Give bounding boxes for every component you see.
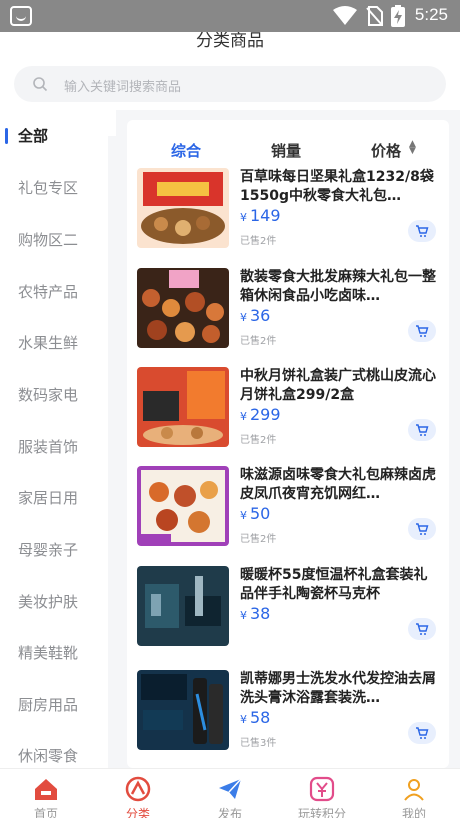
product-sold-count: 已售2件 (240, 236, 277, 247)
product-name: 中秋月饼礼盒装广式桃山皮流心月饼礼盒299/2盒 (240, 368, 436, 403)
cart-icon (416, 623, 429, 635)
product-price: ¥36 (240, 306, 271, 325)
tab-label: 发布 (217, 807, 242, 818)
product-item[interactable]: 凯蒂娜男士洗发水代发控油去屑洗头膏沐浴露套装洗… ¥58 已售3件 (127, 670, 449, 760)
cart-icon (416, 523, 429, 535)
product-image (137, 168, 229, 248)
tab-publish[interactable]: 发布 (184, 769, 276, 818)
product-item[interactable]: 中秋月饼礼盒装广式桃山皮流心月饼礼盒299/2盒 ¥299 已售2件 (127, 367, 449, 457)
add-to-cart-button[interactable] (408, 518, 436, 540)
product-item[interactable]: 散装零食大批发麻辣大礼包一整箱休闲食品小吃卤味… ¥36 已售2件 (127, 268, 449, 358)
product-sold-count: 已售2件 (240, 534, 277, 545)
profile-icon (404, 779, 424, 801)
add-to-cart-button[interactable] (408, 220, 436, 242)
sidebar-item-clothing-jewelry[interactable]: 服装首饰 (0, 427, 108, 467)
sidebar-item-gift-pack[interactable]: 礼包专区 (0, 168, 108, 208)
page-title: 分类商品 (196, 32, 264, 50)
product-price: ¥149 (240, 206, 281, 225)
sidebar-item-digital-appliances[interactable]: 数码家电 (0, 375, 108, 415)
tab-label: 首页 (33, 807, 58, 818)
battery-charging-icon (391, 5, 405, 27)
product-name: 散装零食大批发麻辣大礼包一整箱休闲食品小吃卤味… (240, 269, 436, 304)
sidebar-item-shoes[interactable]: 精美鞋靴 (0, 633, 108, 673)
no-sim-icon (366, 6, 383, 26)
product-price: ¥58 (240, 708, 271, 727)
product-name: 凯蒂娜男士洗发水代发控油去屑洗头膏沐浴露套装洗… (240, 671, 436, 706)
product-price: ¥299 (240, 405, 281, 424)
home-icon (35, 779, 57, 800)
tab-label: 玩转积分 (297, 807, 346, 818)
product-name: 味滋源卤味零食大礼包麻辣卤虎皮凤爪夜宵充饥网红… (240, 467, 436, 502)
cart-icon (416, 727, 429, 739)
sidebar-item-shopping-zone-2[interactable]: 购物区二 (0, 220, 108, 260)
tab-label: 我的 (401, 807, 426, 818)
tab-category[interactable]: 分类 (92, 769, 184, 818)
sort-comprehensive-tab[interactable]: 综合 (171, 140, 201, 161)
clock: 5:25 (414, 5, 448, 24)
search-icon (33, 77, 48, 92)
send-icon (219, 778, 242, 799)
tab-points[interactable]: 玩转积分 (276, 769, 368, 818)
sidebar-item-kitchen[interactable]: 厨房用品 (0, 685, 108, 725)
notification-app-icon (10, 6, 32, 26)
add-to-cart-button[interactable] (408, 618, 436, 640)
points-icon (309, 776, 335, 802)
add-to-cart-button[interactable] (408, 320, 436, 342)
sort-sales-tab[interactable]: 销量 (271, 140, 301, 161)
product-sold-count: 已售2件 (240, 435, 277, 446)
product-area: 综合 销量 价格 ▲ ▼ 百草味每日坚果礼盒1232/8袋1550g中秋零食大礼包… (116, 110, 460, 768)
product-image (137, 268, 229, 348)
sort-arrows-icon: ▲ ▼ (409, 139, 416, 156)
product-price: ¥38 (240, 604, 271, 623)
product-sold-count: 已售3件 (240, 738, 277, 749)
product-image (137, 670, 229, 750)
product-item[interactable]: 暖暖杯55度恒温杯礼盒套装礼品伴手礼陶瓷杯马克杯 ¥38 (127, 566, 449, 656)
sidebar-item-beauty-skincare[interactable]: 美妆护肤 (0, 582, 108, 622)
product-panel: 综合 销量 价格 ▲ ▼ 百草味每日坚果礼盒1232/8袋1550g中秋零食大礼包… (127, 120, 449, 768)
sort-bar: 综合 销量 价格 ▲ ▼ (127, 120, 449, 170)
tab-label: 分类 (125, 807, 150, 818)
sidebar-item-snacks[interactable]: 休闲零食 (0, 736, 108, 768)
add-to-cart-button[interactable] (408, 419, 436, 441)
search-input[interactable]: 输入关键词搜索商品 (64, 76, 181, 95)
product-sold-count: 已售2件 (240, 336, 277, 347)
cart-icon (416, 424, 429, 436)
category-icon (125, 776, 151, 802)
product-item[interactable]: 味滋源卤味零食大礼包麻辣卤虎皮凤爪夜宵充饥网红… ¥50 已售2件 (127, 466, 449, 556)
sidebar-item-farm-products[interactable]: 农特产品 (0, 272, 108, 312)
sort-price-tab[interactable]: 价格 (371, 140, 401, 161)
status-bar: 5:25 (0, 0, 460, 32)
sidebar-item-mother-baby[interactable]: 母婴亲子 (0, 530, 108, 570)
product-price: ¥50 (240, 504, 271, 523)
add-to-cart-button[interactable] (408, 722, 436, 744)
tab-profile[interactable]: 我的 (368, 769, 460, 818)
product-item[interactable]: 百草味每日坚果礼盒1232/8袋1550g中秋零食大礼包… ¥149 已售2件 (127, 168, 449, 258)
sidebar-item-fresh-fruit[interactable]: 水果生鲜 (0, 323, 108, 363)
product-image (137, 367, 229, 447)
search-bar[interactable]: 输入关键词搜索商品 (14, 66, 446, 102)
product-name: 暖暖杯55度恒温杯礼盒套装礼品伴手礼陶瓷杯马克杯 (240, 567, 428, 602)
product-image (137, 566, 229, 646)
tab-home[interactable]: 首页 (0, 769, 92, 818)
cart-icon (416, 225, 429, 237)
sidebar-item-all[interactable]: 全部 (0, 116, 108, 156)
cart-icon (416, 325, 429, 337)
product-name: 百草味每日坚果礼盒1232/8袋1550g中秋零食大礼包… (240, 169, 434, 204)
wifi-icon (333, 6, 357, 25)
sidebar-item-home-daily[interactable]: 家居日用 (0, 478, 108, 518)
product-image (137, 466, 229, 546)
bottom-tab-bar: 首页 分类 发布 玩转积分 我的 (0, 768, 460, 818)
category-sidebar: 全部 礼包专区 购物区二 农特产品 水果生鲜 数码家电 服装首饰 家居日用 母婴… (0, 110, 108, 768)
